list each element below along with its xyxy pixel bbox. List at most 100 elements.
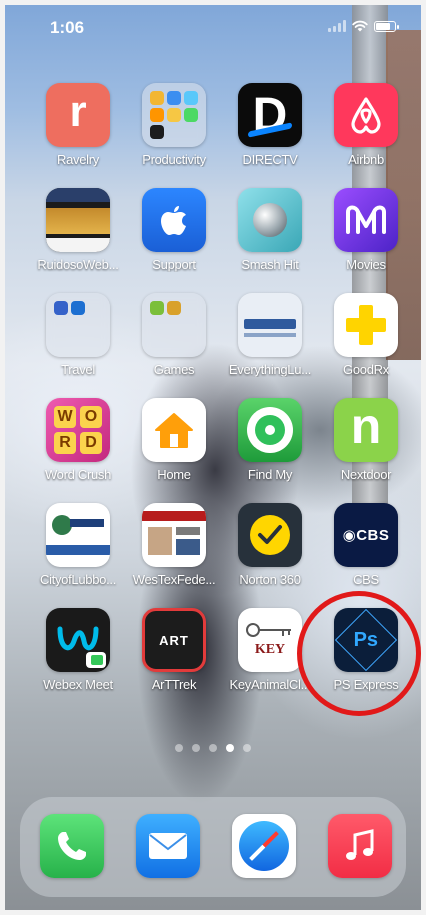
movies-m-icon bbox=[346, 205, 386, 234]
app-ravelry[interactable]: r Ravelry bbox=[30, 83, 126, 188]
apple-support-icon[interactable] bbox=[142, 188, 206, 252]
folder-icon[interactable] bbox=[46, 293, 110, 357]
app-nextdoor[interactable]: n Nextdoor bbox=[318, 398, 414, 503]
page-dot[interactable] bbox=[226, 744, 234, 752]
app-ruidoso-web[interactable]: RuidosoWeb... bbox=[30, 188, 126, 293]
phone-icon[interactable] bbox=[40, 814, 104, 878]
app-label: GoodRx bbox=[343, 362, 389, 377]
folder-icon[interactable] bbox=[142, 83, 206, 147]
folder-icon[interactable] bbox=[142, 293, 206, 357]
home-icon[interactable] bbox=[142, 398, 206, 462]
airbnb-icon[interactable] bbox=[334, 83, 398, 147]
app-label: WesTexFede... bbox=[132, 572, 216, 587]
app-label: Airbnb bbox=[348, 152, 384, 167]
app-label: Word Crush bbox=[44, 467, 112, 482]
app-everything-lubbock[interactable]: EverythingLu... bbox=[222, 293, 318, 398]
ruidoso-web-icon[interactable] bbox=[46, 188, 110, 252]
app-word-crush[interactable]: W O R D Word Crush bbox=[30, 398, 126, 503]
westex-federal-icon[interactable] bbox=[142, 503, 206, 567]
app-label: Productivity bbox=[142, 152, 206, 167]
app-movies[interactable]: Movies bbox=[318, 188, 414, 293]
app-label: ArTTrek bbox=[151, 677, 197, 692]
house-icon bbox=[155, 413, 193, 448]
app-label: Ravelry bbox=[57, 152, 99, 167]
app-label: Travel bbox=[61, 362, 95, 377]
ravelry-glyph: r bbox=[69, 87, 87, 136]
app-support[interactable]: Support bbox=[126, 188, 222, 293]
page-dot[interactable] bbox=[192, 744, 200, 752]
ravelry-r-icon[interactable]: r bbox=[46, 83, 110, 147]
goodrx-plus-icon bbox=[346, 305, 386, 345]
app-airbnb[interactable]: Airbnb bbox=[318, 83, 414, 188]
app-label: Games bbox=[153, 362, 195, 377]
page-dot[interactable] bbox=[243, 744, 251, 752]
phone-handset-icon bbox=[58, 832, 86, 860]
find-my-icon[interactable] bbox=[238, 398, 302, 462]
envelope-icon bbox=[149, 833, 187, 859]
app-webex-meet[interactable]: Webex Meet bbox=[30, 608, 126, 713]
everything-lubbock-icon[interactable] bbox=[238, 293, 302, 357]
arttrek-icon[interactable]: ART bbox=[142, 608, 206, 672]
key-animal-clinic-icon[interactable]: KEY bbox=[238, 608, 302, 672]
app-label: RuidosoWeb... bbox=[37, 257, 119, 272]
app-label: DIRECTV bbox=[242, 152, 298, 167]
cbs-glyph: ◉CBS bbox=[342, 527, 390, 544]
nextdoor-icon[interactable]: n bbox=[334, 398, 398, 462]
app-directv[interactable]: D DIRECTV bbox=[222, 83, 318, 188]
app-label: Find My bbox=[247, 467, 293, 482]
app-label: Movies bbox=[346, 257, 386, 272]
safari-compass-icon[interactable] bbox=[232, 814, 296, 878]
battery-fill bbox=[376, 22, 390, 30]
airbnb-logo-icon bbox=[351, 97, 381, 134]
apple-logo-icon bbox=[161, 206, 186, 235]
app-norton-360[interactable]: Norton 360 bbox=[222, 503, 318, 608]
folder-preview bbox=[54, 301, 102, 315]
app-arttrek[interactable]: ART ArTTrek bbox=[126, 608, 222, 713]
app-label: Norton 360 bbox=[239, 572, 301, 587]
word-crush-icon[interactable]: W O R D bbox=[46, 398, 110, 462]
page-dot[interactable] bbox=[175, 744, 183, 752]
arttrek-glyph: ART bbox=[159, 632, 189, 648]
key-shape-icon bbox=[246, 623, 291, 637]
status-bar: 1:06 bbox=[0, 14, 426, 38]
app-find-my[interactable]: Find My bbox=[222, 398, 318, 503]
app-label: EverythingLu... bbox=[228, 362, 312, 377]
page-indicator[interactable] bbox=[0, 744, 426, 752]
page-dot[interactable] bbox=[209, 744, 217, 752]
directv-d-icon[interactable]: D bbox=[238, 83, 302, 147]
home-screen: 1:06 r Ravelry Productivity D DIRECTV Ai… bbox=[0, 0, 426, 915]
folder-preview bbox=[150, 91, 198, 139]
webex-icon[interactable] bbox=[46, 608, 110, 672]
status-time: 1:06 bbox=[50, 18, 85, 37]
dock bbox=[20, 797, 406, 897]
app-label: CityofLubbo... bbox=[39, 572, 116, 587]
app-label: Webex Meet bbox=[43, 677, 113, 692]
cbs-eye-icon[interactable]: ◉CBS bbox=[334, 503, 398, 567]
folder-travel[interactable]: Travel bbox=[30, 293, 126, 398]
app-city-of-lubbock[interactable]: CityofLubbo... bbox=[30, 503, 126, 608]
cellular-signal-icon bbox=[328, 20, 346, 32]
smash-hit-icon[interactable] bbox=[238, 188, 302, 252]
app-smash-hit[interactable]: Smash Hit bbox=[222, 188, 318, 293]
app-label: Smash Hit bbox=[241, 257, 299, 272]
app-label: CBS bbox=[353, 572, 379, 587]
folder-productivity[interactable]: Productivity bbox=[126, 83, 222, 188]
check-icon bbox=[258, 525, 282, 544]
key-glyph: KEY bbox=[254, 642, 286, 657]
app-goodrx[interactable]: GoodRx bbox=[318, 293, 414, 398]
app-label: Home bbox=[157, 467, 191, 482]
folder-games[interactable]: Games bbox=[126, 293, 222, 398]
music-note-icon[interactable] bbox=[328, 814, 392, 878]
status-icons bbox=[328, 20, 399, 32]
movies-anywhere-icon[interactable] bbox=[334, 188, 398, 252]
app-home[interactable]: Home bbox=[126, 398, 222, 503]
eighth-notes-icon bbox=[346, 829, 374, 860]
norton-check-icon[interactable] bbox=[238, 503, 302, 567]
highlight-circle-annotation bbox=[297, 591, 421, 716]
nextdoor-glyph: n bbox=[350, 398, 382, 454]
mail-icon[interactable] bbox=[136, 814, 200, 878]
city-of-lubbock-icon[interactable] bbox=[46, 503, 110, 567]
app-westex-federal[interactable]: WesTexFede... bbox=[126, 503, 222, 608]
app-label: Nextdoor bbox=[340, 467, 392, 482]
goodrx-icon[interactable] bbox=[334, 293, 398, 357]
